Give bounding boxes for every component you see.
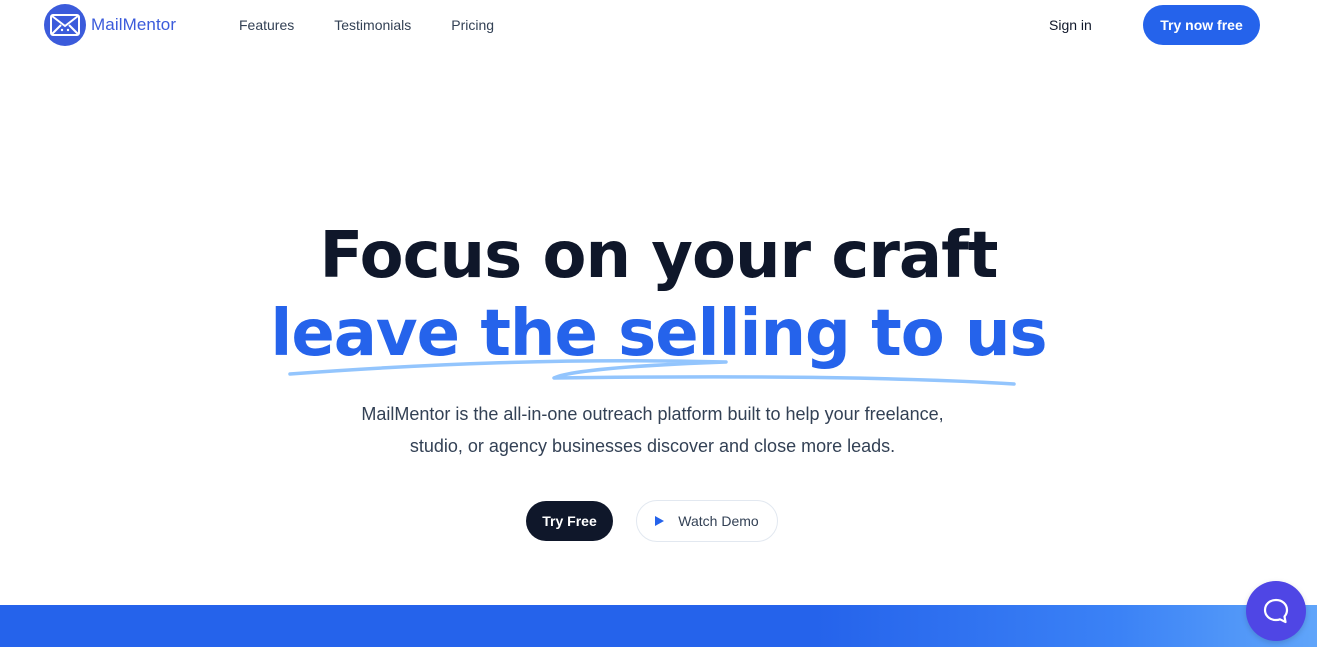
landing-page: MailMentor Features Testimonials Pricing…	[0, 0, 1317, 647]
hero-description-line-2: studio, or agency businesses discover an…	[409, 436, 896, 456]
main-nav: Features Testimonials Pricing	[239, 16, 534, 34]
try-now-free-button[interactable]: Try now free	[1143, 5, 1260, 45]
hero-description: MailMentor is the all-in-one outreach pl…	[330, 398, 975, 462]
blue-section-band	[0, 605, 1317, 647]
hero-title: Focus on your craft	[319, 219, 999, 293]
sign-in-link[interactable]: Sign in	[1049, 16, 1092, 34]
brand-logo-link[interactable]: MailMentor	[44, 4, 176, 46]
play-icon	[655, 516, 665, 526]
watch-demo-button[interactable]: Watch Demo	[636, 500, 778, 542]
top-nav-bar: MailMentor Features Testimonials Pricing…	[0, 0, 1317, 50]
nav-link-testimonials[interactable]: Testimonials	[334, 16, 411, 34]
nav-link-pricing[interactable]: Pricing	[451, 16, 494, 34]
envelope-icon	[44, 4, 86, 46]
watch-demo-label: Watch Demo	[678, 513, 759, 529]
try-free-button[interactable]: Try Free	[526, 501, 613, 541]
hero-description-line-1: MailMentor is the all-in-one outreach pl…	[361, 404, 944, 424]
chat-launcher-button[interactable]	[1246, 581, 1306, 641]
brand-name: MailMentor	[91, 15, 177, 34]
nav-link-features[interactable]: Features	[239, 16, 294, 34]
underline-scribble	[288, 359, 1016, 386]
chat-icon	[1263, 598, 1289, 624]
